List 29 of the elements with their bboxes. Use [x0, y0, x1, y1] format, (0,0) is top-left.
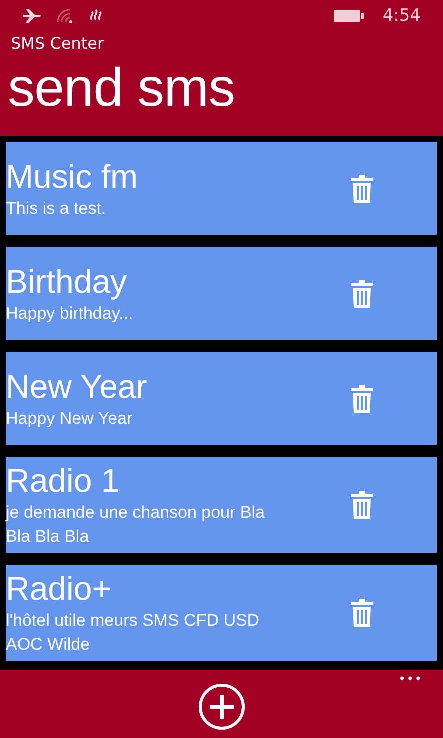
delete-icon[interactable] — [351, 384, 373, 412]
more-button[interactable]: ••• — [398, 672, 423, 686]
message-card[interactable]: Radio+ l'hôtel utile meurs SMS CFD USD AOC Wilde — [6, 565, 437, 661]
message-text: This is a test. — [6, 198, 108, 220]
message-title: Music fm — [6, 156, 139, 196]
message-card[interactable]: Radio 1 je demande une chanson pour Bla Bla Bla Bla — [6, 457, 437, 553]
message-card[interactable]: New Year Happy New Year — [6, 352, 437, 445]
message-title: Radio+ — [6, 569, 112, 609]
message-card[interactable]: Birthday Happy birthday... — [6, 247, 437, 340]
delete-icon[interactable] — [351, 491, 373, 519]
message-text: je demande une chanson pour Bla Bla Bla Bla — [6, 502, 266, 548]
message-card[interactable]: Music fm This is a test. — [6, 142, 437, 235]
delete-icon[interactable] — [351, 599, 373, 627]
delete-icon[interactable] — [351, 280, 373, 308]
airplane-icon — [22, 8, 42, 24]
clock-time: 4:54 — [332, 6, 421, 26]
battery-icon — [332, 9, 365, 24]
message-text: l'hôtel utile meurs SMS CFD USD AOC Wilde — [6, 610, 261, 656]
add-button[interactable] — [198, 684, 244, 730]
page-title: send sms — [7, 57, 236, 120]
delete-icon[interactable] — [351, 174, 373, 202]
wifi-icon — [56, 8, 74, 24]
message-title: New Year — [6, 366, 148, 406]
message-title: Radio 1 — [6, 461, 121, 501]
message-title: Birthday — [6, 262, 128, 302]
message-text: Happy birthday... — [6, 302, 134, 324]
app-name: SMS Center — [10, 33, 106, 55]
plus-icon — [210, 695, 234, 719]
message-text: Happy New Year — [6, 408, 134, 430]
